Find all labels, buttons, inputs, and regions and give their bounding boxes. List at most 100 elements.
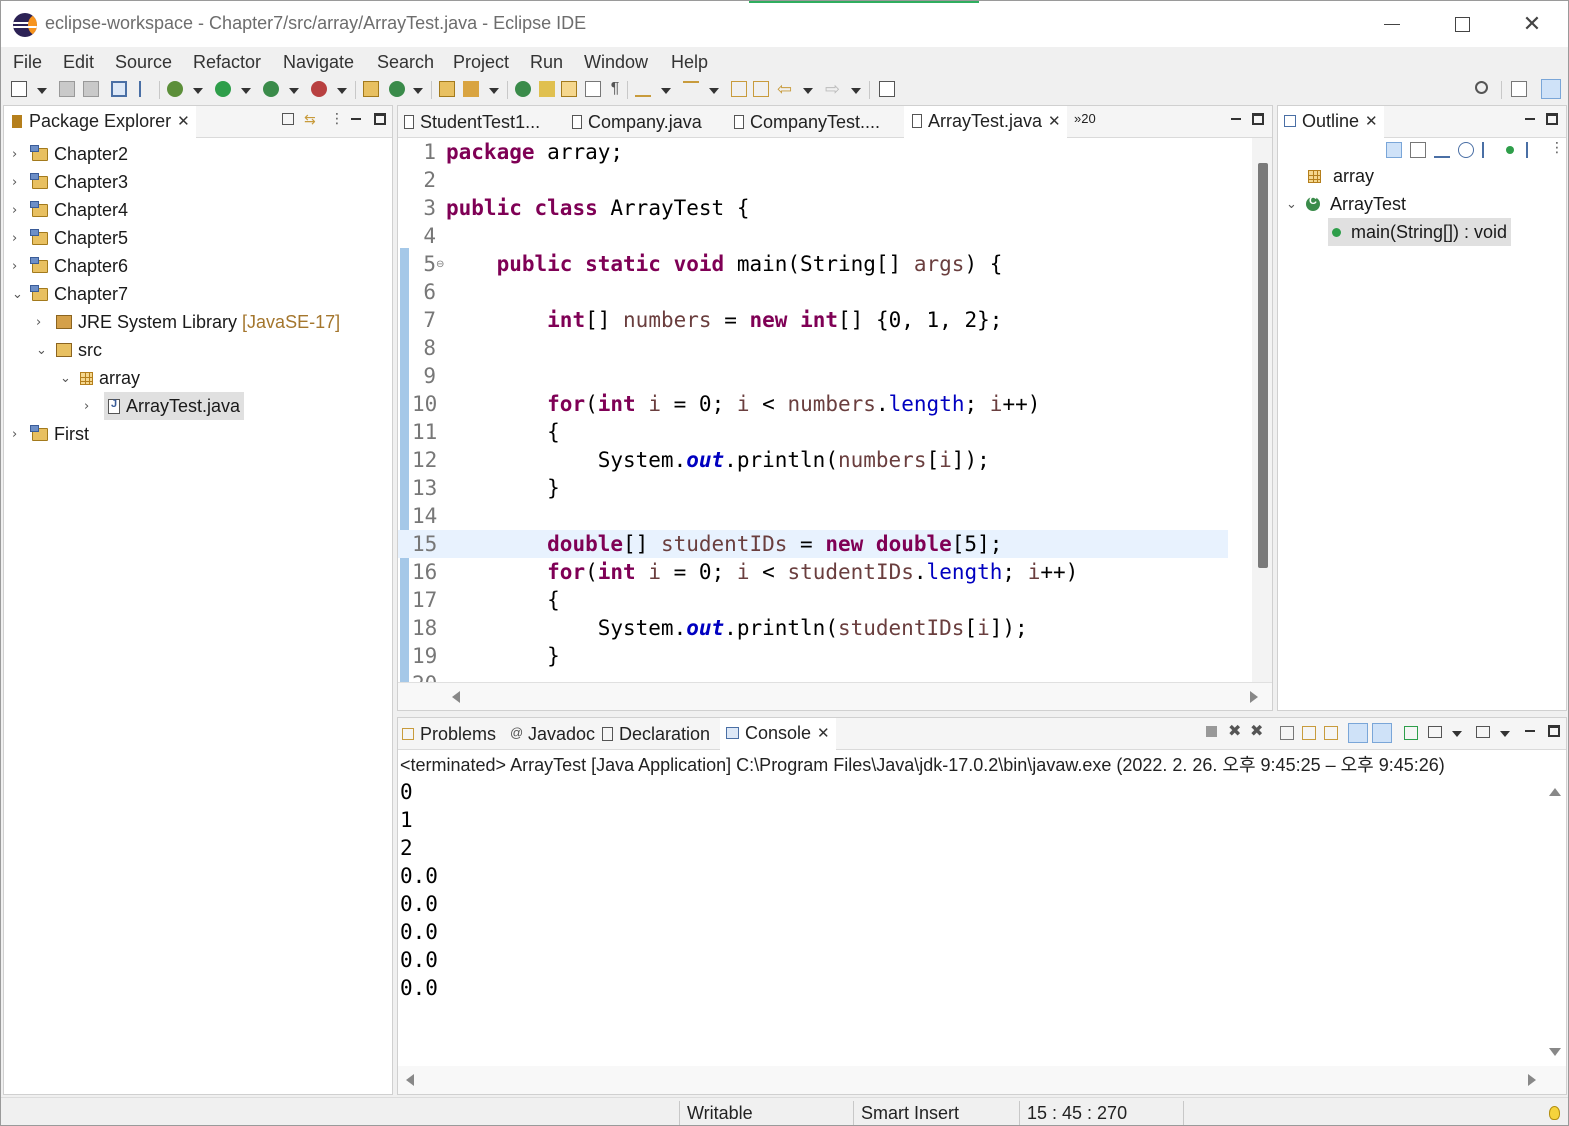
maximize-view-icon[interactable] [1546, 113, 1558, 125]
toggle-breadcrumb-icon[interactable] [515, 81, 531, 97]
tab-companytest[interactable]: CompanyTest.... [734, 106, 880, 138]
chevron-down-icon[interactable]: ⌄ [1286, 197, 1298, 212]
skip-breakpoints-icon[interactable] [139, 81, 155, 97]
outline-package[interactable]: array [1308, 162, 1374, 190]
previous-annotation-dropdown-icon[interactable] [709, 88, 719, 94]
save-icon[interactable] [59, 81, 75, 97]
scroll-right-icon[interactable] [1528, 1074, 1536, 1086]
show-on-stdout-icon[interactable] [1348, 723, 1368, 743]
next-annotation-icon[interactable] [635, 81, 651, 97]
tree-item-chapter7[interactable]: ⌄ Chapter7 [12, 280, 128, 308]
collapse-all-icon[interactable] [282, 113, 294, 125]
open-console-dropdown-icon[interactable] [1500, 731, 1510, 737]
tree-item-first[interactable]: › First [12, 420, 89, 448]
chevron-right-icon[interactable]: › [12, 175, 24, 190]
new-dropdown-icon[interactable] [37, 88, 47, 94]
tree-item-src[interactable]: ⌄ src [36, 336, 102, 364]
tree-item-chapter4[interactable]: › Chapter4 [12, 196, 128, 224]
chevron-right-icon[interactable]: › [84, 399, 96, 414]
close-icon[interactable]: ✕ [1048, 112, 1061, 130]
scroll-up-icon[interactable] [1549, 788, 1561, 796]
chevron-right-icon[interactable]: › [12, 427, 24, 442]
open-perspective-icon[interactable] [1511, 81, 1527, 97]
chevron-right-icon[interactable]: › [12, 203, 24, 218]
tab-package-explorer[interactable]: Package Explorer ✕ [4, 106, 196, 138]
scroll-lock-icon[interactable] [1302, 726, 1316, 740]
open-console-icon[interactable] [111, 81, 127, 97]
tab-console[interactable]: Console ✕ [720, 718, 836, 750]
console-horizontal-scrollbar[interactable] [398, 1066, 1566, 1094]
search-icon[interactable] [1475, 81, 1488, 94]
tab-outline[interactable]: Outline ✕ [1278, 106, 1384, 138]
word-wrap-icon[interactable] [1324, 726, 1338, 740]
mark-occurrences-icon[interactable] [539, 81, 555, 97]
tab-problems[interactable]: Problems [402, 718, 496, 750]
search-tool-icon[interactable] [463, 81, 479, 97]
save-all-icon[interactable] [83, 81, 99, 97]
run-dropdown-icon[interactable] [241, 88, 251, 94]
new-class-dropdown-icon[interactable] [413, 88, 423, 94]
chevron-down-icon[interactable]: ⌄ [12, 287, 24, 302]
sort-icon[interactable] [1386, 142, 1402, 158]
open-console-icon[interactable] [1476, 726, 1490, 738]
view-menu-icon[interactable]: ⋮ [1550, 140, 1564, 156]
chevron-down-icon[interactable]: ⌄ [36, 343, 48, 358]
hide-fields-icon[interactable] [1458, 142, 1474, 158]
coverage-dropdown-icon[interactable] [289, 88, 299, 94]
view-menu-icon[interactable]: ⋮ [330, 111, 344, 127]
minimize-view-icon[interactable] [1230, 113, 1242, 125]
scroll-down-icon[interactable] [1549, 1048, 1561, 1056]
chevron-right-icon[interactable]: › [12, 259, 24, 274]
tree-item-chapter5[interactable]: › Chapter5 [12, 224, 128, 252]
show-on-stderr-icon[interactable] [1372, 723, 1392, 743]
tree-item-arraytest-java[interactable]: › ArrayTest.java [84, 392, 245, 420]
pin-editor-icon[interactable] [879, 81, 895, 97]
word-wrap-icon[interactable] [585, 81, 601, 97]
menu-navigate[interactable]: Navigate [283, 52, 354, 73]
link-with-editor-icon[interactable]: ⇆ [304, 112, 320, 128]
next-annotation-dropdown-icon[interactable] [661, 88, 671, 94]
code-editor[interactable]: 1 package array; 2 3 public class ArrayT… [398, 138, 1272, 682]
block-selection-icon[interactable] [561, 81, 577, 97]
menu-edit[interactable]: Edit [63, 52, 94, 73]
maximize-view-icon[interactable] [1252, 113, 1264, 125]
hide-static-icon[interactable] [1482, 142, 1498, 158]
hide-non-public-icon[interactable] [1506, 146, 1514, 154]
pin-console-icon[interactable] [1404, 726, 1418, 740]
menu-help[interactable]: Help [671, 52, 708, 73]
hide-local-types-icon[interactable] [1526, 142, 1542, 158]
tab-arraytest-java[interactable]: ArrayTest.java ✕ [904, 106, 1067, 138]
menu-search[interactable]: Search [377, 52, 434, 73]
chevron-right-icon[interactable]: › [12, 231, 24, 246]
tree-item-chapter6[interactable]: › Chapter6 [12, 252, 128, 280]
open-type-icon[interactable] [439, 81, 455, 97]
outline-method[interactable]: main(String[]) : void [1328, 218, 1512, 246]
tab-company-java[interactable]: Company.java [572, 106, 702, 138]
back-icon[interactable]: ⇦ [777, 80, 793, 98]
java-perspective-icon[interactable] [1541, 79, 1561, 99]
tree-item-chapter2[interactable]: › Chapter2 [12, 140, 128, 168]
minimize-view-icon[interactable] [1524, 113, 1536, 125]
new-java-package-icon[interactable] [363, 81, 379, 97]
remove-all-terminated-icon[interactable]: ✖ [1250, 724, 1266, 740]
tab-declaration[interactable]: Declaration [602, 718, 710, 750]
close-icon[interactable]: ✕ [817, 724, 830, 742]
editor-vertical-scrollbar[interactable] [1252, 138, 1272, 682]
previous-annotation-icon[interactable] [683, 81, 699, 97]
tree-item-chapter3[interactable]: › Chapter3 [12, 168, 128, 196]
close-button[interactable]: ✕ [1497, 1, 1567, 47]
back-dropdown-icon[interactable] [803, 88, 813, 94]
minimize-view-icon[interactable] [350, 113, 362, 125]
external-tools-dropdown-icon[interactable] [337, 88, 347, 94]
tab-javadoc[interactable]: @ Javadoc [510, 718, 595, 750]
tab-studenttest1[interactable]: StudentTest1... [404, 106, 540, 138]
outline-class[interactable]: ⌄ ArrayTest [1286, 190, 1406, 218]
collapse-all-icon[interactable] [1410, 142, 1426, 158]
menu-window[interactable]: Window [584, 52, 648, 73]
debug-dropdown-icon[interactable] [193, 88, 203, 94]
display-console-icon[interactable] [1428, 726, 1442, 738]
console-vertical-scrollbar[interactable] [1544, 778, 1566, 1066]
menu-run[interactable]: Run [530, 52, 563, 73]
run-icon[interactable] [215, 81, 231, 97]
tab-overflow[interactable]: »20 [1074, 106, 1096, 138]
